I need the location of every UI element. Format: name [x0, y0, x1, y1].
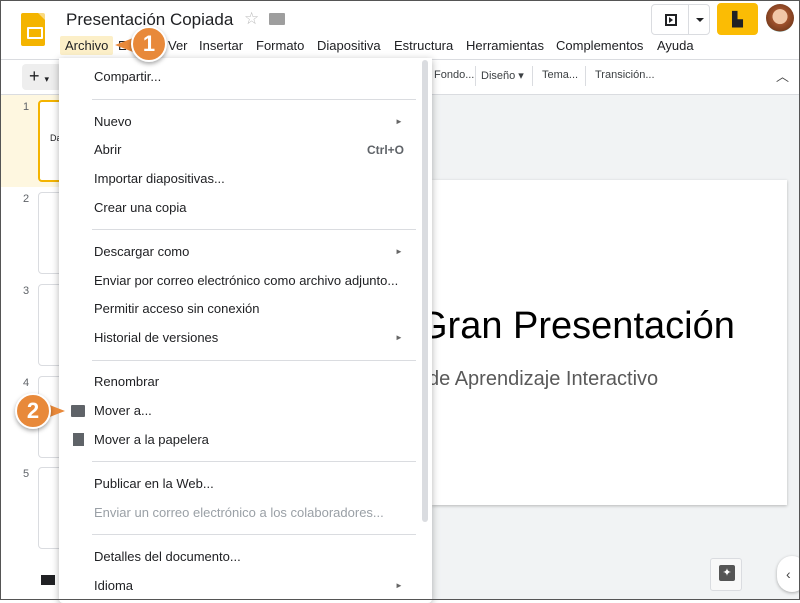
layout-button[interactable]: Diseño ▾: [481, 69, 524, 82]
menu-ayuda[interactable]: Ayuda: [652, 36, 699, 55]
menu-item-importar[interactable]: Importar diapositivas...: [94, 171, 225, 186]
menu-insertar[interactable]: Insertar: [194, 36, 248, 55]
submenu-arrow-icon: ►: [395, 581, 403, 590]
divider: [585, 66, 586, 86]
trash-icon: [73, 433, 84, 446]
menu-item-descargar[interactable]: Descargar como: [94, 244, 189, 259]
slide-title[interactable]: Gran Presentación: [418, 305, 735, 348]
present-icon: [665, 14, 677, 26]
menu-divider: [92, 229, 416, 230]
menu-item-abrir[interactable]: Abrir: [94, 142, 121, 157]
divider: [475, 66, 476, 86]
lock-building-icon: ▙: [732, 11, 743, 27]
menu-item-compartir[interactable]: Compartir...: [94, 69, 161, 84]
layout-label: Diseño: [481, 70, 516, 82]
slide-number: 1: [23, 101, 30, 113]
menu-item-sin-conexion[interactable]: Permitir acceso sin conexión: [94, 301, 259, 316]
divider: [688, 5, 689, 34]
slide-number: 5: [23, 468, 30, 480]
plus-icon: +: [29, 66, 40, 86]
menu-item-nuevo[interactable]: Nuevo: [94, 114, 132, 129]
file-menu: Compartir... Nuevo ► Abrir Ctrl+O Import…: [59, 58, 432, 603]
menu-divider: [92, 360, 416, 361]
menu-item-enviar-colaboradores: Enviar un correo electrónico a los colab…: [94, 505, 384, 520]
menu-item-enviar-adjunto[interactable]: Enviar por correo electrónico como archi…: [94, 273, 398, 288]
grid-view-icon[interactable]: [41, 575, 55, 585]
menu-formato[interactable]: Formato: [251, 36, 309, 55]
slide-number: 2: [23, 193, 30, 205]
divider: [532, 66, 533, 86]
menu-item-publicar[interactable]: Publicar en la Web...: [94, 476, 214, 491]
menu-item-renombrar[interactable]: Renombrar: [94, 374, 159, 389]
folder-icon[interactable]: [269, 13, 285, 25]
menu-item-idioma[interactable]: Idioma: [94, 578, 133, 593]
menu-ver[interactable]: Ver: [163, 36, 193, 55]
chevron-left-icon[interactable]: ‹: [777, 556, 800, 592]
submenu-arrow-icon: ►: [395, 333, 403, 342]
submenu-arrow-icon: ►: [395, 117, 403, 126]
menu-divider: [92, 99, 416, 100]
menu-estructura[interactable]: Estructura: [389, 36, 458, 55]
slides-logo-icon[interactable]: [21, 13, 45, 46]
avatar[interactable]: [766, 4, 794, 32]
share-button[interactable]: ▙: [717, 3, 758, 35]
chevron-down-icon[interactable]: [696, 18, 704, 22]
new-slide-button[interactable]: + ▾: [22, 64, 62, 90]
menu-divider: [92, 534, 416, 535]
menu-item-papelera[interactable]: Mover a la papelera: [94, 432, 209, 447]
menu-archivo[interactable]: Archivo: [60, 36, 114, 55]
folder-icon: [71, 405, 85, 417]
menu-item-crear-copia[interactable]: Crear una copia: [94, 200, 187, 215]
background-button[interactable]: Fondo...: [434, 69, 474, 81]
slide-number: 3: [23, 285, 30, 297]
shortcut-label: Ctrl+O: [366, 143, 404, 157]
menu-complementos[interactable]: Complementos: [551, 36, 648, 55]
menu-diapositiva[interactable]: Diapositiva: [312, 36, 386, 55]
menu-item-detalles[interactable]: Detalles del documento...: [94, 549, 241, 564]
menu-scrollbar[interactable]: [422, 60, 428, 522]
menu-item-historial[interactable]: Historial de versiones: [94, 330, 218, 345]
submenu-arrow-icon: ►: [395, 247, 403, 256]
chevron-up-icon[interactable]: ︿: [776, 66, 789, 85]
slide-number: 4: [23, 377, 30, 389]
menu-herramientas[interactable]: Herramientas: [461, 36, 549, 55]
menu-item-mover[interactable]: Mover a...: [94, 403, 152, 418]
callout-2: 2: [15, 393, 51, 429]
callout-1: 1: [131, 26, 167, 62]
slide-subtitle[interactable]: de Aprendizaje Interactivo: [428, 368, 658, 391]
star-icon[interactable]: ☆: [244, 9, 259, 29]
theme-button[interactable]: Tema...: [542, 69, 578, 81]
present-button[interactable]: [651, 4, 710, 35]
transition-button[interactable]: Transición...: [595, 69, 655, 81]
menu-divider: [92, 461, 416, 462]
explore-icon[interactable]: [710, 558, 742, 591]
